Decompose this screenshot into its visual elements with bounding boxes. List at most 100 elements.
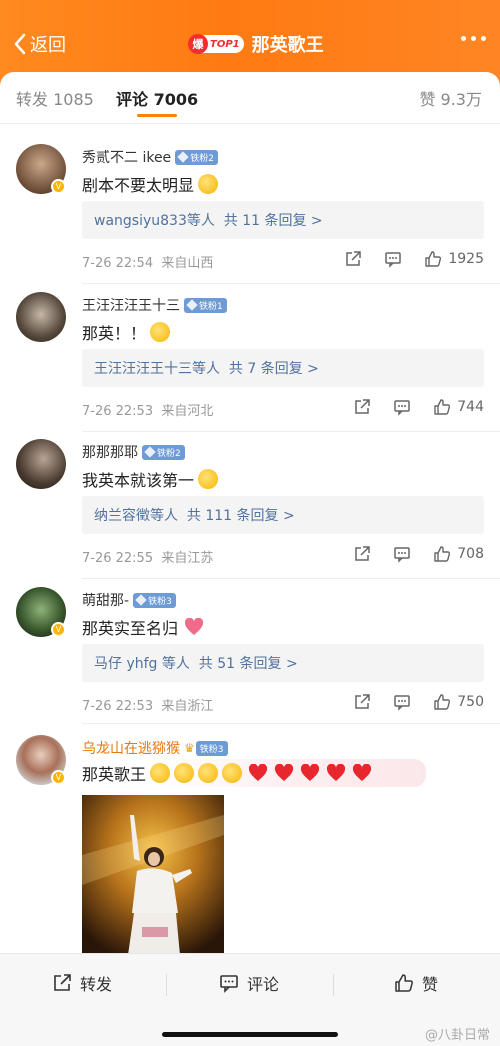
comment-icon: [220, 975, 238, 993]
comment-text: 剧本不要太明显: [82, 172, 219, 196]
avatar[interactable]: [16, 292, 66, 342]
concert-photo-image: [82, 795, 224, 955]
comment-time: 7-26 22:55: [82, 551, 154, 566]
watermark: @八卦日常: [425, 1024, 490, 1043]
watermark-text: @八卦日常: [424, 1028, 490, 1043]
fan-badge-label: 铁粉3: [148, 596, 172, 607]
fan-badge-label: 铁粉2: [157, 448, 181, 459]
comment-location: 来自河北: [161, 404, 214, 419]
username-text: 乌龙山在逃猕猴: [82, 741, 180, 757]
comment-meta: 7-26 22:53 来自河北: [82, 400, 213, 419]
chevron-left-icon: [14, 33, 26, 55]
hot-icon: 爆: [188, 34, 208, 54]
red-heart-icon: [301, 764, 320, 781]
share-icon[interactable]: [353, 398, 371, 416]
divider: [82, 431, 500, 432]
bottom-action-bar: 转发 评论 赞 @八卦日常: [0, 953, 500, 1046]
comment-text: 那英实至名归: [82, 615, 204, 639]
tab-repost[interactable]: 转发 1085: [16, 86, 94, 110]
comment-actions: 708: [353, 545, 484, 563]
like-button[interactable]: 750: [433, 693, 484, 711]
comment-text-content: 那英！！: [82, 324, 147, 343]
more-options-icon[interactable]: [461, 36, 486, 41]
reply-users: 王汪汪汪王十三等人: [94, 361, 220, 377]
reply-summary[interactable]: 王汪汪汪王十三等人 共 7 条回复 >: [82, 349, 484, 387]
like-button[interactable]: 708: [433, 545, 484, 563]
comment-meta: 7-26 22:54 来自山西: [82, 252, 213, 271]
like-button[interactable]: 744: [433, 398, 484, 416]
red-heart-icon: [249, 764, 268, 781]
comment-text: 我英本就该第一: [82, 467, 219, 491]
comment-icon[interactable]: [393, 545, 411, 563]
divider: [82, 723, 500, 724]
comment-username[interactable]: 萌甜那- 铁粉3: [82, 590, 176, 610]
like-button[interactable]: 1925: [424, 250, 484, 268]
comment-icon[interactable]: [393, 398, 411, 416]
like-count: 744: [457, 399, 484, 415]
reply-count: 共 11 条回复 >: [223, 213, 323, 229]
share-icon[interactable]: [353, 693, 371, 711]
fan-badge: 铁粉2: [142, 444, 185, 460]
page-title-wrap: 爆 TOP1 那英歌王: [188, 30, 324, 58]
comment-text-content: 我英本就该第一: [82, 471, 195, 490]
reply-count: 共 7 条回复 >: [228, 361, 319, 377]
repost-button[interactable]: 转发: [52, 971, 112, 995]
share-icon: [54, 974, 71, 991]
verified-icon: V: [51, 622, 66, 637]
tab-like[interactable]: 赞 9.3万: [419, 86, 482, 110]
comment-meta: 7-26 22:53 来自浙江: [82, 695, 213, 714]
tab-comment[interactable]: 评论 7006: [116, 86, 198, 110]
reply-users: 纳兰容徵等人: [94, 508, 178, 524]
username-text: 王汪汪汪王十三: [82, 298, 180, 314]
crying-face-icon: [174, 763, 195, 783]
page-title: 那英歌王: [251, 35, 324, 56]
share-icon[interactable]: [353, 545, 371, 563]
comment-label: 评论: [247, 975, 280, 994]
fan-badge: 铁粉3: [195, 740, 228, 756]
comment-username[interactable]: 秀贰不二 ikee 铁粉2: [82, 147, 218, 167]
share-icon[interactable]: [344, 250, 362, 268]
home-indicator[interactable]: [162, 1032, 338, 1037]
comment-time: 7-26 22:54: [82, 256, 154, 271]
reply-summary[interactable]: 纳兰容徵等人 共 111 条回复 >: [82, 496, 484, 534]
thumbs-up-icon: [434, 694, 451, 710]
tab-active-indicator: [137, 114, 177, 117]
comment-photo[interactable]: [82, 795, 224, 955]
comment-icon[interactable]: [393, 693, 411, 711]
comment-username[interactable]: 乌龙山在逃猕猴 ♛ 铁粉3: [82, 738, 228, 758]
avatar[interactable]: [16, 439, 66, 489]
reply-summary[interactable]: wangsiyu833等人 共 11 条回复 >: [82, 201, 484, 239]
comment-actions: 1925: [344, 250, 484, 268]
back-label: 返回: [30, 35, 66, 56]
comment-actions: 750: [353, 693, 484, 711]
gem-icon: [177, 151, 189, 163]
like-button[interactable]: 赞: [394, 971, 438, 995]
red-heart-icon: [327, 764, 346, 781]
thumbs-up-icon: [425, 251, 442, 267]
crying-face-icon: [222, 763, 243, 783]
red-heart-icon: [275, 764, 294, 781]
reply-users: wangsiyu833等人: [94, 213, 215, 229]
comment-text: 那英歌王: [82, 759, 426, 787]
comment-time: 7-26 22:53: [82, 404, 154, 419]
comment-text-content: 剧本不要太明显: [82, 176, 195, 195]
crying-face-icon: [198, 763, 219, 783]
username-text: 秀贰不二 ikee: [82, 150, 172, 166]
comment-icon[interactable]: [384, 250, 402, 268]
like-count: 1925: [448, 251, 484, 267]
like-count: 708: [457, 546, 484, 562]
thinking-face-icon: [198, 469, 219, 489]
divider: [333, 974, 334, 996]
back-button[interactable]: 返回: [12, 30, 66, 58]
divider: [166, 974, 167, 996]
top-rank-label: TOP1: [210, 38, 240, 50]
thumbs-up-icon: [434, 546, 451, 562]
username-text: 萌甜那-: [82, 593, 130, 609]
comment-username[interactable]: 那那那耶 铁粉2: [82, 442, 185, 462]
comment-button[interactable]: 评论: [219, 971, 279, 995]
like-count: 750: [457, 694, 484, 710]
reply-summary[interactable]: 马仔 yhfg 等人 共 51 条回复 >: [82, 644, 484, 682]
repost-label: 转发: [80, 975, 113, 994]
comment-username[interactable]: 王汪汪汪王十三 铁粉1: [82, 295, 227, 315]
username-text: 那那那耶: [82, 445, 138, 461]
